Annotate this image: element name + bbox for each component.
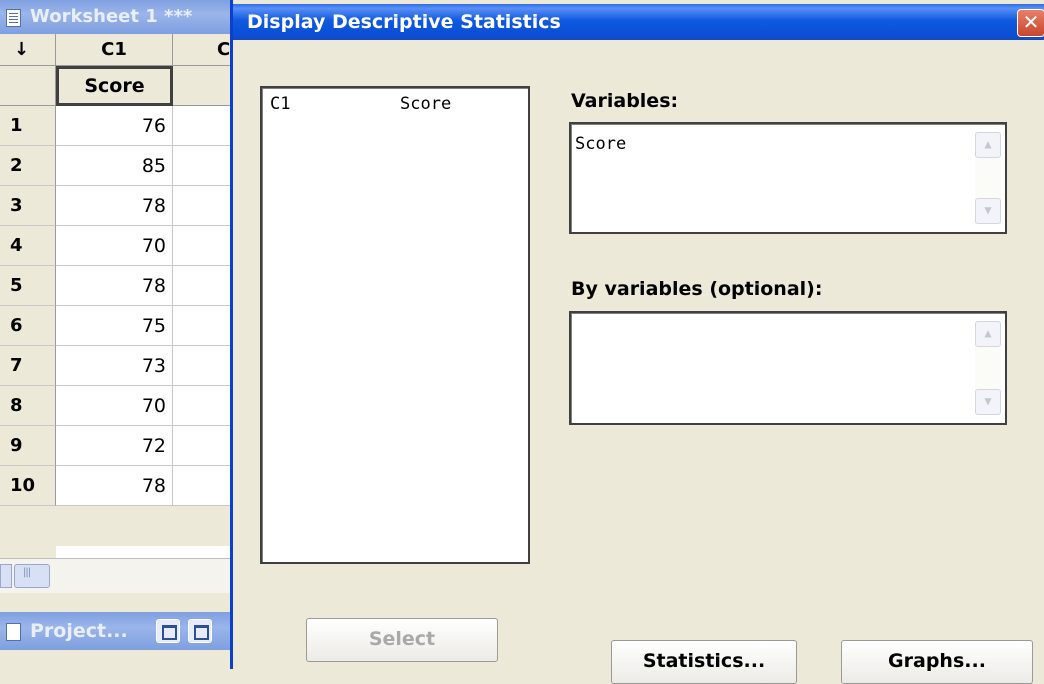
partial-row xyxy=(0,546,236,558)
table-cell-c2[interactable] xyxy=(173,466,236,506)
variables-scrollbar[interactable]: ▲ ▼ xyxy=(975,132,1001,224)
table-cell[interactable]: 85 xyxy=(56,146,173,186)
row-header[interactable]: 7 xyxy=(0,346,56,386)
row-header[interactable]: 4 xyxy=(0,226,56,266)
variable-list[interactable]: C1 Score xyxy=(260,86,530,564)
variables-label: Variables: xyxy=(571,90,679,112)
table-cell-c2[interactable] xyxy=(173,226,236,266)
close-icon[interactable]: ✕ xyxy=(1017,9,1044,37)
table-cell[interactable]: 70 xyxy=(56,226,173,266)
table-cell-c2[interactable] xyxy=(173,266,236,306)
variables-value: Score xyxy=(575,134,627,154)
table-cell-c2[interactable] xyxy=(173,386,236,426)
dialog-title: Display Descriptive Statistics xyxy=(247,11,561,33)
row-header[interactable]: 10 xyxy=(0,466,56,506)
worksheet-icon xyxy=(6,9,21,27)
row-header[interactable]: 5 xyxy=(0,266,56,306)
scroll-thumb[interactable] xyxy=(14,564,50,588)
table-cell-c2[interactable] xyxy=(173,426,236,466)
table-cell-c2[interactable] xyxy=(173,186,236,226)
horizontal-scrollbar[interactable] xyxy=(0,558,236,593)
column-header-c2[interactable]: C xyxy=(173,34,236,66)
variable-list-item[interactable]: C1 Score xyxy=(270,94,451,114)
table-cell-c2[interactable] xyxy=(173,146,236,186)
worksheet-window: Worksheet 1 *** ↓ C1 C Score 1 76 2 85 3 78 4 7… xyxy=(0,0,236,669)
table-cell[interactable]: 76 xyxy=(56,106,173,146)
corner-header[interactable]: ↓ xyxy=(0,34,56,66)
table-cell-c2[interactable] xyxy=(173,106,236,146)
row-header[interactable]: 8 xyxy=(0,386,56,426)
table-cell-c2[interactable] xyxy=(173,346,236,386)
row-header[interactable]: 6 xyxy=(0,306,56,346)
table-cell[interactable]: 70 xyxy=(56,386,173,426)
table-cell[interactable]: 78 xyxy=(56,466,173,506)
by-variables-label: By variables (optional): xyxy=(571,278,823,300)
table-cell[interactable]: 75 xyxy=(56,306,173,346)
worksheet-title-bar[interactable]: Worksheet 1 *** xyxy=(0,0,236,34)
project-manager-title-bar[interactable]: Project... xyxy=(0,612,236,650)
row-header[interactable]: 3 xyxy=(0,186,56,226)
scroll-left-arrow[interactable] xyxy=(0,564,12,588)
table-cell[interactable]: 78 xyxy=(56,266,173,306)
scroll-up-icon[interactable]: ▲ xyxy=(975,132,1001,158)
table-cell[interactable]: 73 xyxy=(56,346,173,386)
graphs-button[interactable]: Graphs... xyxy=(841,640,1033,684)
project-title: Project... xyxy=(30,620,128,642)
project-icon xyxy=(6,623,21,641)
maximize-icon[interactable] xyxy=(188,619,212,643)
scroll-down-icon[interactable]: ▼ xyxy=(975,198,1001,224)
variable-name: Score xyxy=(400,94,452,114)
column-name-cell-c2[interactable] xyxy=(173,66,236,106)
name-row-header[interactable] xyxy=(0,66,56,106)
restore-icon[interactable] xyxy=(156,619,180,643)
dialog-title-bar[interactable]: Display Descriptive Statistics ✕ xyxy=(233,4,1044,40)
column-header-c1[interactable]: C1 xyxy=(56,34,173,66)
table-cell-c2[interactable] xyxy=(173,306,236,346)
by-variables-scrollbar[interactable]: ▲ ▼ xyxy=(975,321,1001,415)
statistics-button[interactable]: Statistics... xyxy=(611,640,797,684)
table-cell[interactable]: 72 xyxy=(56,426,173,466)
scroll-up-icon[interactable]: ▲ xyxy=(975,321,1001,347)
scroll-down-icon[interactable]: ▼ xyxy=(975,389,1001,415)
variable-id: C1 xyxy=(270,94,291,114)
select-button[interactable]: Select xyxy=(306,618,498,662)
table-cell[interactable]: 78 xyxy=(56,186,173,226)
column-name-cell[interactable]: Score xyxy=(56,66,173,106)
worksheet-title: Worksheet 1 *** xyxy=(30,6,193,27)
row-header[interactable]: 1 xyxy=(0,106,56,146)
by-variables-field[interactable]: ▲ ▼ xyxy=(569,311,1007,425)
descriptive-statistics-dialog: Display Descriptive Statistics ✕ C1 Scor… xyxy=(230,0,1044,684)
row-header[interactable]: 9 xyxy=(0,426,56,466)
row-header[interactable]: 2 xyxy=(0,146,56,186)
variables-field[interactable]: Score ▲ ▼ xyxy=(569,122,1007,234)
